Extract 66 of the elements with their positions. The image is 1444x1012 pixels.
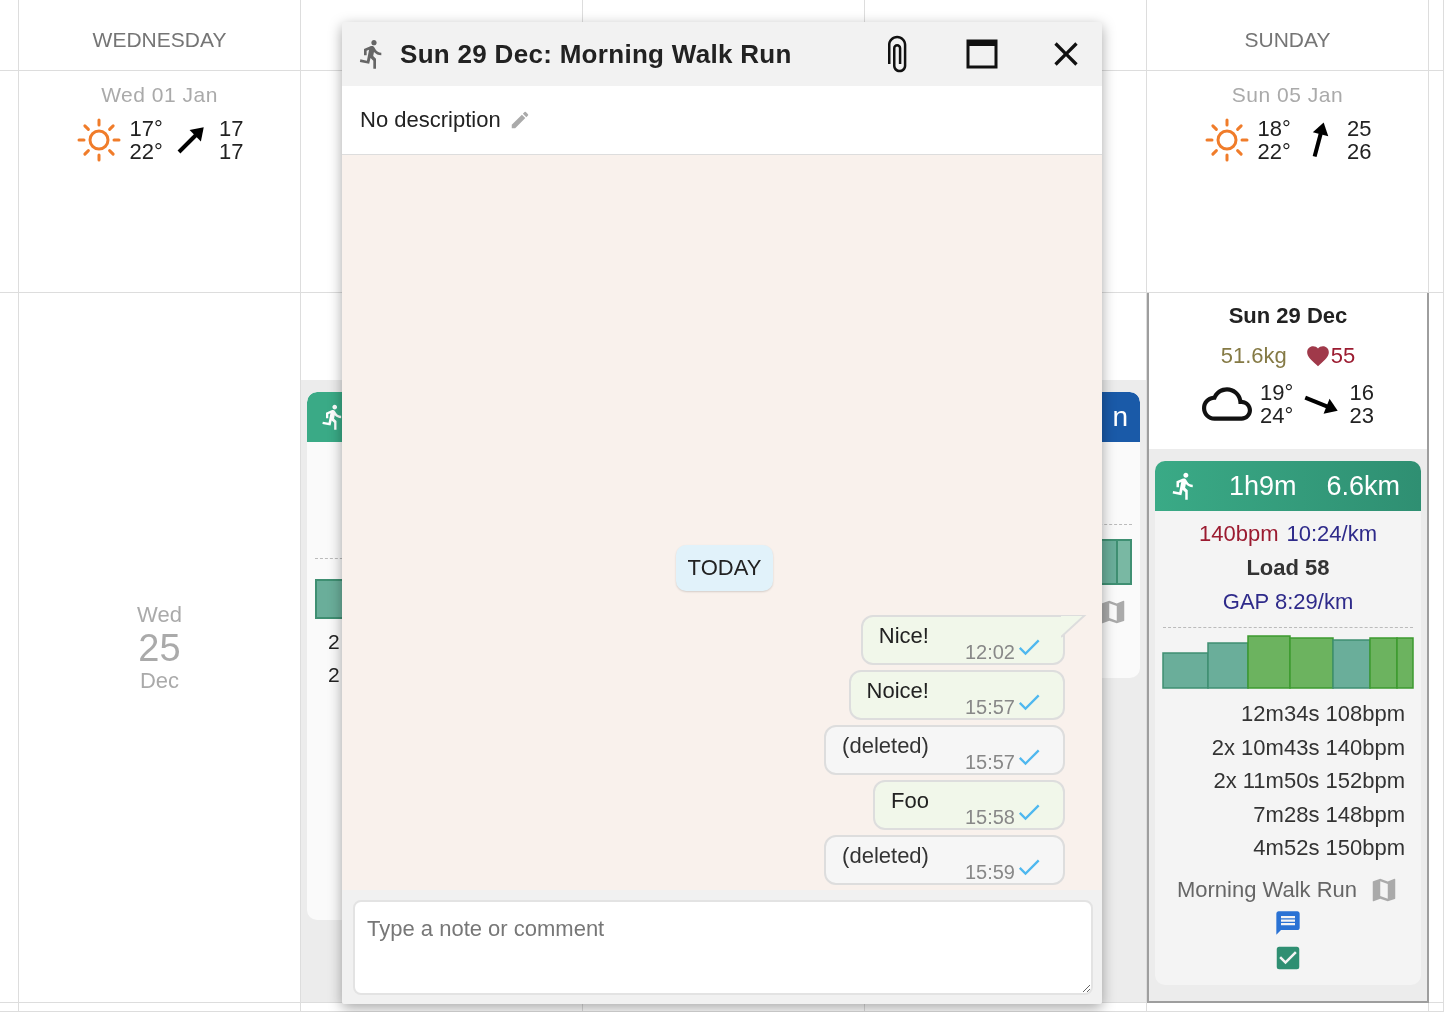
sun-icon [75,117,122,163]
lap-summary: 12m34s 108bpm [1241,700,1405,728]
activity-title: n [1112,401,1128,433]
temperature-high: 22° [1257,140,1291,163]
wind-speed: 25 [1346,117,1372,140]
gap-value: GAP 8:29/km [1222,589,1354,615]
activity-name: Morning Walk Run [1176,876,1358,903]
temperature-low: 19° [1260,381,1294,404]
message-time: 12:02 [964,641,1015,664]
lap-summary: 2x 11m50s 152bpm [1213,767,1405,795]
day-date: Wed 01 Jan [101,83,218,107]
pace-value: 10:24/km [1286,521,1377,547]
day-number: 25 [138,627,181,668]
lap-text: 2 [328,662,341,688]
message-time: 15:58 [964,806,1015,829]
month-label: Dec [139,667,180,694]
wind-speed: 23 [1349,404,1374,427]
lap-summary: 7m28s 148bpm [1253,800,1405,829]
maximize-icon [966,38,998,70]
heart-rate-value: 140bpm [1199,521,1279,547]
lap-summary: 4m52s 150bpm [1253,834,1405,862]
distance-value: 6.6km [1326,470,1401,502]
lap-bar [1116,539,1132,585]
message-time: 15:57 [964,696,1015,719]
day-date: Sun 05 Jan [1231,83,1344,107]
comment-field[interactable]: Type a note or comment [353,900,1093,995]
wind-speed: 17 [218,117,244,140]
activity-card[interactable]: 1h9m 6.6km 140bpm 10:24/km Load 58 GAP 8:29/km 12m34s 108bpm 2x 10m43s 140bpm 2x 11m50s 152bpm 7m28s 148bpm 4m52s 150bpm Morning Walk Run [1155,461,1421,985]
message-text: Noice! [866,678,929,704]
temperature-high: 22° [129,140,163,163]
lap-text: 2 [328,629,341,655]
lap-bar [1332,639,1371,689]
weekday-heading: SUNDAY [1244,28,1331,52]
description-text: No description [360,107,501,133]
wind-speed: 26 [1346,140,1372,163]
message-time: 15:57 [964,751,1015,774]
lap-summary: 2x 10m43s 140bpm [1211,733,1405,762]
message-text: (deleted) [842,733,929,759]
duration-value: 1h9m [1229,470,1297,502]
day-date: Sun 29 Dec [1228,303,1348,329]
lap-bar [1162,652,1209,689]
lap-bar [1207,642,1249,689]
message-text: (deleted) [842,843,929,869]
lap-bar [1289,637,1334,689]
lap-bar [1247,635,1291,689]
dialog-title: Sun 29 Dec: Morning Walk Run [400,38,793,70]
temperature-high: 24° [1260,404,1294,427]
message-text: Nice! [878,623,929,649]
weight-value: 51.6kg [1220,343,1287,369]
message-text: Foo [891,788,929,814]
weekday-heading: WEDNESDAY [92,28,227,52]
weekday-label: Wed [137,601,182,628]
load-value: Load 58 [1246,555,1330,581]
day-chip: TODAY [675,545,774,591]
temperature-low: 18° [1257,117,1291,140]
comment-icon[interactable] [1274,908,1302,937]
wind-speed: 16 [1349,381,1374,404]
message-time: 15:59 [964,861,1015,884]
calendar-cell [1429,1003,1444,1012]
temperature-low: 17° [129,117,163,140]
calendar-cell [0,1003,19,1012]
heart-icon [1304,343,1331,369]
wind-speed: 17 [218,140,244,163]
resting-heart-rate: 55 [1330,343,1356,369]
sun-icon [1203,117,1250,163]
maximize-button[interactable] [966,38,998,70]
